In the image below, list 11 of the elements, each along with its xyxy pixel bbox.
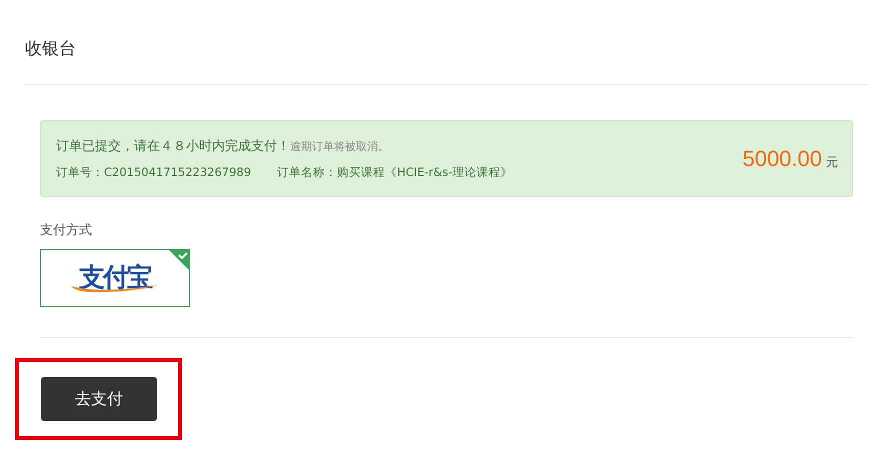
order-name: 订单名称：购买课程《HCIE-r&s-理论课程》 bbox=[277, 165, 512, 179]
currency-unit: 元 bbox=[826, 154, 838, 168]
page-title: 收银台 bbox=[25, 38, 77, 61]
pay-button[interactable]: 去支付 bbox=[41, 377, 157, 421]
order-number: 订单号：C2015041715223267989 bbox=[56, 165, 252, 179]
payment-method-label: 支付方式 bbox=[40, 222, 93, 239]
payment-option[interactable]: 支付宝 bbox=[40, 249, 190, 307]
order-amount: 5000.00 bbox=[742, 146, 822, 170]
order-notice: 订单已提交，请在４８小时内完成支付！ bbox=[56, 139, 290, 154]
check-icon bbox=[168, 249, 190, 271]
notice-hint: 逾期订单将被取消。 bbox=[290, 140, 389, 153]
